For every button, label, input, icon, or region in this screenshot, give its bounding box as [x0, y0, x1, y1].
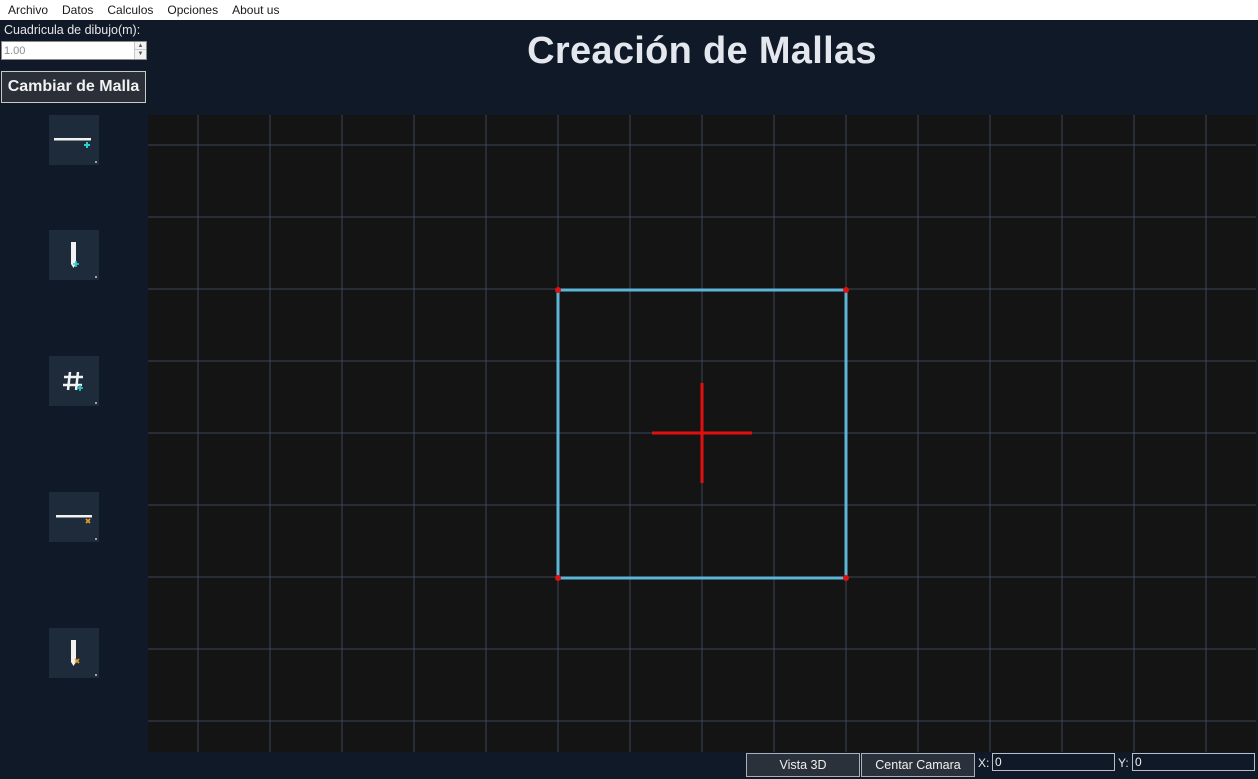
x-coord-input[interactable]: [992, 753, 1115, 771]
grid-size-label: Cuadricula de dibujo(m):: [4, 23, 141, 37]
spin-arrows: ▲ ▼: [134, 42, 146, 59]
grid-size-input[interactable]: [2, 42, 134, 59]
menu-about-us[interactable]: About us: [226, 0, 285, 20]
menu-bar: Archivo Datos Calculos Opciones About us: [0, 0, 1258, 20]
menu-archivo[interactable]: Archivo: [2, 0, 54, 20]
add-horizontal-line-button[interactable]: [49, 115, 99, 165]
add-horizontal-line-icon: [54, 138, 91, 148]
remove-horizontal-line-icon: [56, 515, 92, 524]
y-coord-input[interactable]: [1132, 753, 1255, 771]
page-title: Creación de Mallas: [527, 30, 877, 72]
menu-opciones[interactable]: Opciones: [161, 0, 224, 20]
center-camera-button[interactable]: Centar Camara: [861, 753, 975, 777]
menu-calculos[interactable]: Calculos: [101, 0, 159, 20]
spin-down-button[interactable]: ▼: [135, 50, 146, 58]
add-grid-icon: [63, 371, 83, 391]
add-grid-button[interactable]: [49, 356, 99, 406]
remove-horizontal-line-button[interactable]: [49, 492, 99, 542]
change-mesh-button[interactable]: Cambiar de Malla: [1, 71, 146, 103]
mesh-node[interactable]: [843, 287, 849, 293]
spin-up-button[interactable]: ▲: [135, 42, 146, 50]
drawing-canvas[interactable]: [148, 115, 1256, 752]
grid-size-spinbox[interactable]: ▲ ▼: [1, 41, 147, 60]
mesh-node[interactable]: [555, 575, 561, 581]
view-3d-button[interactable]: Vista 3D: [746, 753, 860, 777]
remove-vertical-line-button[interactable]: [49, 628, 99, 678]
add-vertical-line-icon: [71, 242, 79, 268]
y-coord-label: Y:: [1118, 756, 1129, 770]
menu-datos[interactable]: Datos: [56, 0, 99, 20]
x-coord-label: X:: [978, 756, 990, 770]
remove-vertical-line-icon: [71, 640, 80, 666]
app-window: Archivo Datos Calculos Opciones About us…: [0, 0, 1258, 779]
mesh-node[interactable]: [555, 287, 561, 293]
add-vertical-line-button[interactable]: [49, 230, 99, 280]
origin-cross: [652, 383, 752, 483]
mesh-node[interactable]: [843, 575, 849, 581]
canvas-svg[interactable]: [148, 115, 1256, 752]
